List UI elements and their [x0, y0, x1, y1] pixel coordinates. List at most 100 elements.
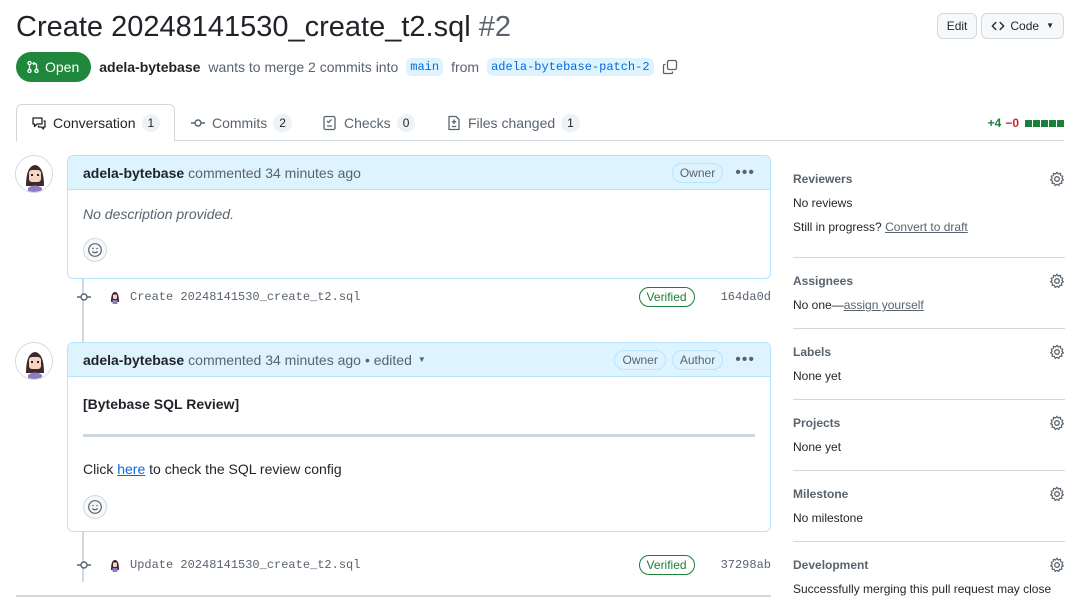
milestone-value: No milestone [793, 511, 864, 525]
comment-1: adela-bytebase commented 34 minutes ago … [67, 155, 771, 279]
status-badge: Open [16, 52, 92, 82]
sidebar-reviewers: Reviewers No reviews Still in progress? … [793, 160, 1065, 258]
sidebar-assignees: Assignees No one—assign yourself [793, 258, 1065, 329]
commit-item: Create 20248141530_create_t2.sql Verifie… [76, 287, 771, 307]
body-suffix: to check the SQL review config [149, 461, 342, 477]
comment-heading: [Bytebase SQL Review] [83, 396, 240, 412]
diffstat-deletions: −0 [1005, 116, 1019, 130]
diffstat-blocks [1025, 119, 1064, 127]
tab-conversation-count: 1 [141, 114, 161, 132]
draft-prompt: Still in progress? Convert to draft [793, 218, 1065, 236]
assignees-value: No one—assign yourself [793, 296, 1065, 314]
comment-header: adela-bytebase commented 34 minutes ago … [68, 343, 770, 377]
projects-value: None yet [793, 440, 842, 454]
sidebar-heading[interactable]: Projects [793, 414, 1065, 432]
tab-files-changed[interactable]: Files changed 1 [432, 104, 594, 141]
commit-sha[interactable]: 37298ab [721, 558, 771, 572]
smiley-icon [88, 243, 102, 257]
sidebar-heading[interactable]: Reviewers [793, 170, 1065, 188]
avatar[interactable] [15, 342, 53, 380]
diffstat: +4 −0 [988, 116, 1064, 130]
sidebar-heading[interactable]: Assignees [793, 272, 1065, 290]
draft-prompt-text: Still in progress? [793, 220, 882, 234]
reviewers-value: No reviews [793, 196, 853, 210]
commit-item: Update 20248141530_create_t2.sql Verifie… [76, 555, 771, 575]
kebab-menu-icon[interactable]: ••• [735, 164, 755, 182]
assignees-none: No one— [793, 298, 844, 312]
tab-checks-label: Checks [344, 114, 391, 131]
commit-avatar[interactable] [108, 558, 122, 572]
add-reaction-button[interactable] [83, 238, 107, 262]
add-reaction-button[interactable] [83, 495, 107, 519]
kebab-menu-icon[interactable]: ••• [735, 351, 755, 369]
verified-badge[interactable]: Verified [638, 555, 695, 575]
tab-commits[interactable]: Commits 2 [176, 104, 306, 141]
owner-badge: Owner [671, 162, 724, 183]
avatar[interactable] [15, 155, 53, 193]
sidebar-development: Development Successfully merging this pu… [793, 542, 1065, 601]
tab-checks[interactable]: Checks 0 [308, 104, 429, 141]
sidebar-projects: Projects None yet [793, 400, 1065, 471]
conversation-icon [32, 117, 46, 130]
edit-title-button[interactable]: Edit [936, 13, 978, 39]
commit-icon [191, 118, 205, 127]
commit-icon [76, 289, 92, 305]
pr-title-row: Create 20248141530_create_t2.sql #2 Edit… [16, 8, 1064, 48]
comment-author[interactable]: adela-bytebase [83, 165, 184, 181]
sidebar-heading[interactable]: Development [793, 556, 1065, 574]
sql-review-config-link[interactable]: here [117, 461, 145, 477]
assign-yourself-link[interactable]: assign yourself [844, 298, 924, 312]
convert-to-draft-link[interactable]: Convert to draft [885, 220, 968, 234]
tab-conversation-label: Conversation [53, 115, 136, 131]
page-title: Create 20248141530_create_t2.sql #2 [16, 8, 511, 46]
code-label: Code [1010, 19, 1040, 33]
commit-avatar[interactable] [108, 290, 122, 304]
base-branch[interactable]: main [406, 58, 444, 76]
development-value: Successfully merging this pull request m… [793, 582, 1052, 596]
gear-icon[interactable] [1049, 557, 1065, 573]
author-badge: Author [671, 349, 724, 370]
tab-conversation[interactable]: Conversation 1 [16, 104, 176, 142]
sidebar-heading[interactable]: Labels [793, 343, 1065, 361]
gear-icon[interactable] [1049, 344, 1065, 360]
from-text: from [451, 59, 480, 75]
commit-message[interactable]: Create 20248141530_create_t2.sql [130, 290, 360, 304]
owner-badge: Owner [614, 349, 666, 370]
tab-checks-count: 0 [396, 113, 416, 132]
comment-header: adela-bytebase commented 34 minutes ago … [68, 156, 770, 190]
gear-icon[interactable] [1049, 415, 1065, 431]
diffstat-additions: +4 [987, 116, 1002, 130]
sidebar-labels: Labels None yet [793, 329, 1065, 400]
code-dropdown-button[interactable]: Code ▼ [981, 13, 1064, 39]
merge-description: wants to merge 2 commits into [208, 59, 399, 75]
gear-icon[interactable] [1049, 486, 1065, 502]
tab-commits-count: 2 [273, 113, 292, 132]
head-branch[interactable]: adela-bytebase-patch-2 [487, 58, 654, 76]
pr-number: #2 [478, 11, 512, 43]
copy-icon[interactable] [662, 59, 678, 75]
edited-indicator[interactable]: • edited [365, 352, 412, 368]
smiley-icon [88, 500, 102, 514]
commit-message[interactable]: Update 20248141530_create_t2.sql [130, 558, 360, 572]
status-badge-label: Open [45, 59, 80, 75]
edit-title-label: Edit [946, 19, 968, 33]
sidebar-heading[interactable]: Milestone [793, 485, 1065, 503]
pull-request-icon [27, 60, 39, 74]
pr-state-row: Open adela-bytebase wants to merge 2 com… [16, 52, 678, 82]
code-icon [992, 21, 1005, 31]
gear-icon[interactable] [1049, 171, 1065, 187]
chevron-down-icon[interactable]: ▼ [418, 355, 426, 364]
file-diff-icon [448, 115, 460, 130]
tab-files-changed-count: 1 [561, 113, 580, 132]
pr-author-link[interactable]: adela-bytebase [99, 59, 200, 75]
comment-time[interactable]: commented 34 minutes ago [188, 352, 361, 368]
gear-icon[interactable] [1049, 273, 1065, 289]
comment-time[interactable]: commented 34 minutes ago [188, 165, 361, 181]
commit-icon [76, 557, 92, 573]
comment-body: No description provided. [83, 206, 234, 222]
comment-author[interactable]: adela-bytebase [83, 352, 184, 368]
chevron-down-icon: ▼ [1046, 21, 1054, 30]
verified-badge[interactable]: Verified [638, 287, 695, 307]
commit-sha[interactable]: 164da0d [721, 290, 771, 304]
tab-commits-label: Commits [212, 114, 268, 131]
